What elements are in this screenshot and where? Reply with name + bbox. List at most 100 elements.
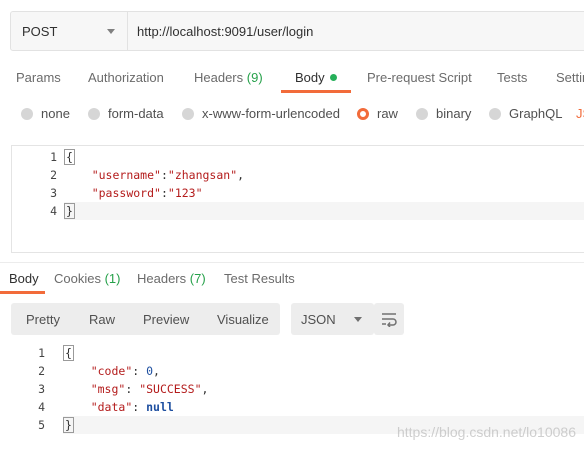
view-pretty-button[interactable]: Pretty (26, 312, 60, 327)
radio-x-www-form-urlencoded[interactable]: x-www-form-urlencoded (182, 106, 340, 121)
tab-settings[interactable]: Settin (556, 70, 584, 85)
tab-response-body[interactable]: Body (9, 271, 39, 286)
tab-test-results[interactable]: Test Results (224, 271, 295, 286)
open-brace: { (63, 345, 74, 361)
chevron-down-icon (107, 28, 115, 34)
radio-icon (182, 107, 194, 120)
tab-label: Tests (497, 70, 528, 85)
url-input[interactable]: http://localhost:9091/user/login (128, 12, 313, 50)
tab-label: Body (9, 271, 39, 286)
tab-params[interactable]: Params (16, 70, 61, 85)
line-number: 4 (50, 204, 57, 218)
body-type-radios: none form-data x-www-form-urlencoded raw… (0, 104, 584, 126)
json-string-value: "SUCCESS" (139, 382, 202, 396)
tab-authorization[interactable]: Authorization (88, 70, 164, 85)
radio-icon (416, 107, 428, 120)
line-number: 5 (38, 418, 45, 432)
radio-icon (88, 107, 100, 120)
active-tab-indicator (0, 291, 45, 294)
tab-label: Params (16, 70, 61, 85)
tab-label: Settin (556, 70, 584, 85)
json-string-value: "zhangsan" (167, 168, 238, 182)
view-visualize-button[interactable]: Visualize (217, 312, 269, 327)
code-line: 2 "username":"zhangsan", (12, 166, 584, 184)
close-brace: } (63, 417, 74, 433)
url-text: http://localhost:9091/user/login (137, 23, 314, 39)
code-line: 2 "code": 0, (0, 362, 584, 380)
url-bar: POST http://localhost:9091/user/login (10, 11, 584, 51)
tab-count-badge: (1) (104, 271, 121, 286)
radio-label: raw (377, 106, 398, 121)
wrap-lines-button[interactable] (374, 303, 404, 335)
line-number: 1 (38, 346, 45, 360)
radio-form-data[interactable]: form-data (88, 106, 164, 121)
response-toolbar: Pretty Raw Preview Visualize JSON (11, 303, 584, 335)
radio-none[interactable]: none (21, 106, 70, 121)
radio-label: GraphQL (509, 106, 563, 121)
radio-label: binary (436, 106, 472, 121)
radio-icon (489, 107, 501, 120)
chevron-down-icon (354, 316, 362, 322)
tab-headers[interactable]: Headers (9) (194, 70, 263, 85)
tab-response-headers[interactable]: Headers (7) (137, 271, 206, 286)
line-number: 4 (38, 400, 45, 414)
tab-count-badge: (7) (189, 271, 206, 286)
view-raw-button[interactable]: Raw (89, 312, 115, 327)
code-line: 1 { (0, 344, 584, 362)
view-mode-segmented-control: Pretty Raw Preview Visualize (11, 303, 280, 335)
method-select[interactable]: POST (11, 12, 128, 50)
response-tabs: Body Cookies (1) Headers (7) Test Result… (0, 262, 584, 294)
code-line: 3 "password":"123" (12, 184, 584, 202)
code-line: 3 "msg": "SUCCESS", (0, 380, 584, 398)
json-string-value: "123" (167, 186, 203, 200)
radio-selected-icon (357, 107, 369, 120)
response-format-select[interactable]: JSON (291, 303, 374, 335)
tab-body[interactable]: Body (295, 70, 337, 85)
modified-dot-icon (329, 74, 337, 81)
radio-binary[interactable]: binary (416, 106, 471, 121)
watermark: https://blog.csdn.net/lo10086 (396, 424, 576, 440)
code-line: 4 } (12, 202, 584, 220)
postman-request-view: POST http://localhost:9091/user/login Pa… (0, 0, 584, 450)
tab-cookies[interactable]: Cookies (1) (54, 271, 120, 286)
json-key: "msg" (90, 382, 126, 396)
request-body-editor[interactable]: 1 { 2 "username":"zhangsan", 3 "password… (11, 145, 584, 253)
method-label: POST (22, 23, 58, 39)
tab-label: Headers (194, 70, 244, 85)
line-number: 1 (50, 150, 57, 164)
close-brace: } (64, 203, 75, 219)
open-brace: { (64, 149, 75, 165)
line-number: 2 (50, 168, 57, 182)
radio-icon (21, 107, 33, 120)
body-language-select[interactable]: JS (576, 106, 584, 121)
radio-graphql[interactable]: GraphQL (489, 106, 562, 121)
tab-count-badge: (9) (246, 70, 263, 85)
language-label: JS (576, 106, 584, 121)
json-key: "username" (91, 168, 161, 182)
active-tab-indicator (281, 90, 351, 93)
tab-label: Test Results (224, 271, 295, 286)
code-line: 4 "data": null (0, 398, 584, 416)
radio-raw[interactable]: raw (357, 106, 398, 121)
tab-label: Pre-request Script (367, 70, 472, 85)
tab-label: Headers (137, 271, 187, 286)
json-number-value: 0 (146, 364, 154, 378)
json-key: "code" (90, 364, 133, 378)
view-preview-button[interactable]: Preview (143, 312, 189, 327)
json-null-value: null (146, 400, 174, 414)
radio-label: form-data (108, 106, 164, 121)
tab-tests[interactable]: Tests (497, 70, 527, 85)
tab-label: Authorization (88, 70, 164, 85)
radio-label: x-www-form-urlencoded (202, 106, 340, 121)
format-label: JSON (301, 311, 336, 327)
tab-pre-request-script[interactable]: Pre-request Script (367, 70, 472, 85)
json-key: "data" (90, 400, 133, 414)
line-number: 2 (38, 364, 45, 378)
tab-label: Cookies (54, 271, 101, 286)
code-line: 1 { (12, 148, 584, 166)
json-key: "password" (91, 186, 161, 200)
wrap-lines-icon (382, 313, 397, 327)
tab-label: Body (295, 70, 325, 85)
line-number: 3 (38, 382, 45, 396)
request-tabs: Params Authorization Headers (9) Body Pr… (0, 62, 584, 94)
